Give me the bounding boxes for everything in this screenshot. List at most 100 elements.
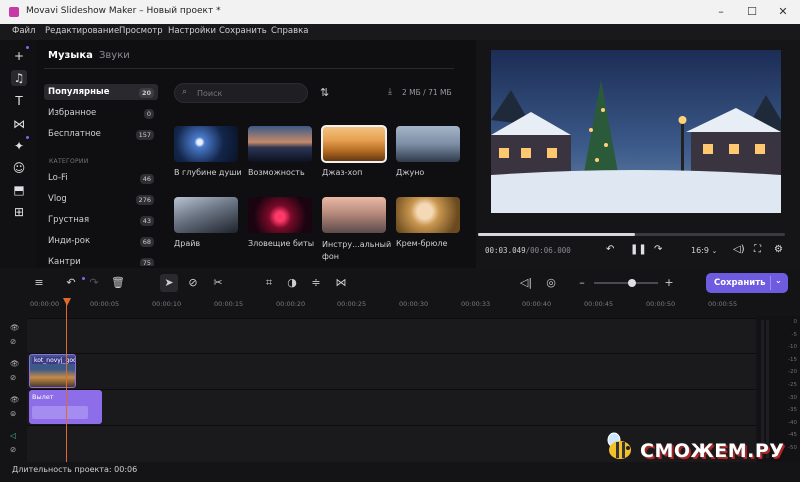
audio-split-icon[interactable]: ◁| [518,276,534,289]
plus-icon[interactable]: + [11,48,27,64]
track-empty[interactable] [27,318,756,353]
time-total: 00:06.000 [530,246,571,255]
meter-label: -50 [788,444,797,451]
storage-usage: 2 МБ / 71 МБ [402,88,452,97]
sticker-icon[interactable]: ☺ [11,160,27,176]
link-icon[interactable]: ⊘ [10,337,16,346]
category-count: 0 [143,109,154,119]
category-free[interactable]: Бесплатное 157 [44,126,158,142]
tabs-divider [44,68,454,69]
ruler-tick: 00:00:55 [708,300,738,308]
genre-item[interactable]: Vlog 276 [44,191,158,207]
maximize-button[interactable]: ☐ [737,3,767,21]
ruler-tick: 00:00:00 [30,300,60,308]
genre-item[interactable]: Кантри 75 [44,254,158,266]
track-thumbnail-selected[interactable] [321,125,387,163]
track-title[interactable] [27,389,756,425]
search-icon: ⌕ [182,87,188,97]
pause-icon[interactable]: ❚❚ [630,244,647,255]
minimize-button[interactable]: – [706,3,736,21]
menu-settings[interactable]: Настройки [168,26,216,36]
chevron-down-icon[interactable]: ⌄ [775,276,782,285]
crop-icon[interactable]: ⌗ [261,276,277,290]
transitions-icon[interactable]: ⋈ [11,116,27,132]
genre-item[interactable]: Инди-рок 68 [44,233,158,249]
search-input[interactable]: ⌕ Поиск [174,83,308,103]
categories-heading: КАТЕГОРИИ [49,158,89,165]
category-favorites[interactable]: Избранное 0 [44,105,158,121]
track-title: Инстру...альный фон [322,240,392,261]
meter-label: -35 [788,407,797,414]
step-back-icon[interactable]: ↶ [606,244,614,255]
menu-bar: Файл Редактирование Просмотр Настройки С… [0,24,800,40]
track-thumbnail[interactable] [322,197,386,233]
link-icon[interactable]: ⊘ [10,445,16,454]
aspect-ratio-select[interactable]: 16:9 ⌄ [691,246,717,255]
track-thumbnail[interactable] [396,126,460,162]
genre-label: Грустная [48,215,90,225]
track-thumbnail[interactable] [174,197,238,233]
volume-icon[interactable]: ◁) [733,244,745,255]
disable-icon[interactable]: ⊘ [185,276,201,289]
lock-icon[interactable]: ⊜ [10,409,16,418]
menu-view[interactable]: Просмотр [119,26,163,36]
chevron-down-icon: ⌄ [711,247,718,255]
ruler-tick: 00:00:10 [152,300,182,308]
redo-icon[interactable]: ↷ [86,276,102,289]
grid-icon[interactable]: ⊞ [11,204,27,220]
cursor-icon[interactable]: ➤ [161,276,177,289]
rotate-icon[interactable]: ◑ [284,276,300,289]
meter-label: -40 [788,419,797,426]
zoom-out-icon[interactable]: – [574,276,590,289]
step-forward-icon[interactable]: ↷ [654,244,662,255]
zoom-in-icon[interactable]: + [661,276,677,289]
image-clip[interactable]: kot_novyj_god [29,354,76,388]
trash-icon[interactable]: 🗑 [110,276,126,289]
speed-icon[interactable]: ◎ [543,276,559,289]
save-button[interactable]: Сохранить ⌄ [706,273,788,293]
music-note-icon[interactable]: ♫ [11,70,27,86]
menu-help[interactable]: Справка [271,26,308,36]
menu-edit[interactable]: Редактирование [45,26,119,36]
scissors-icon[interactable]: ✂ [210,276,226,289]
track-thumbnail[interactable] [248,197,312,233]
category-label: Бесплатное [48,129,101,139]
genre-item[interactable]: Lo-Fi 46 [44,170,158,186]
track-video[interactable] [27,353,756,389]
speaker-icon[interactable]: ◁ [10,431,16,440]
adjust-icon[interactable]: ≑ [308,276,324,289]
clip-label: Вылет [32,393,54,401]
track-thumbnail[interactable] [248,126,312,162]
eye-icon[interactable]: 👁 [10,323,20,332]
genre-count: 68 [139,237,154,247]
gear-icon[interactable]: ⚙ [774,244,783,255]
menu-file[interactable]: Файл [12,26,35,36]
magic-wand-icon[interactable]: ✦ [11,138,27,154]
eye-icon[interactable]: 👁 [10,359,20,368]
zoom-slider-handle[interactable] [628,279,636,287]
media-icon[interactable]: ⬒ [11,182,27,198]
menu-save[interactable]: Сохранить [219,26,267,36]
undo-icon[interactable]: ↶ [63,276,79,289]
genre-item[interactable]: Грустная 43 [44,212,158,228]
tab-music[interactable]: Музыка [48,50,93,61]
ruler-tick: 00:00:33 [461,300,491,308]
title-clip-bar [32,406,88,419]
category-popular[interactable]: Популярные 20 [44,84,158,100]
track-thumbnail[interactable] [174,126,238,162]
playback-progress[interactable] [478,233,785,236]
genre-count: 276 [135,195,154,205]
track-thumbnail[interactable] [396,197,460,233]
sort-icon[interactable]: ⇅ [320,86,329,99]
add-track-icon[interactable]: ≡ [31,276,47,289]
close-button[interactable]: ✕ [768,3,798,21]
fullscreen-icon[interactable]: ⛶ [754,244,761,255]
zoom-slider[interactable] [594,282,658,284]
text-icon[interactable]: T [11,93,27,109]
search-placeholder: Поиск [197,89,223,98]
transition-icon[interactable]: ⋈ [333,276,349,289]
link-icon[interactable]: ⊘ [10,373,16,382]
tab-sounds[interactable]: Звуки [99,50,130,61]
eye-icon[interactable]: 👁 [10,395,20,404]
title-bar: Movavi Slideshow Maker – Новый проект * … [0,0,800,24]
